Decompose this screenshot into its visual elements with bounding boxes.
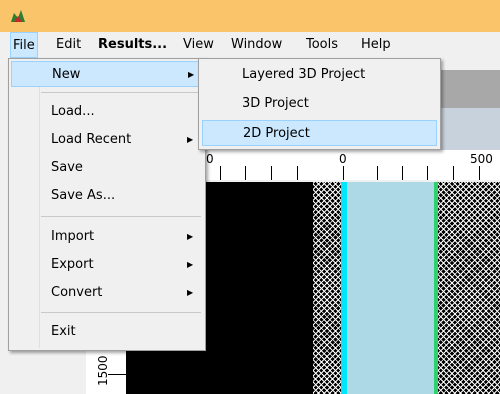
menu-separator <box>41 216 201 217</box>
ruler-tick <box>427 166 428 180</box>
ruler-tick <box>220 166 221 180</box>
triangle-right-icon: ▶ <box>187 260 194 269</box>
menu-file[interactable]: File <box>10 32 38 58</box>
light-blue-band <box>347 182 434 394</box>
ruler-tick <box>271 166 272 180</box>
submenu-item-layered-3d-project[interactable]: Layered 3D Project <box>202 62 437 88</box>
ruler-tick-label: 0 <box>339 152 347 166</box>
menu-item-exit[interactable]: Exit <box>11 319 203 345</box>
menu-window[interactable]: Window <box>230 32 283 58</box>
hatched-region <box>438 182 500 394</box>
menu-item-save[interactable]: Save <box>11 155 203 181</box>
triangle-right-icon: ▶ <box>187 135 194 144</box>
ruler-tick <box>377 166 378 180</box>
menu-bar: File Edit Results... View Window Tools H… <box>0 32 500 58</box>
menu-item-save-as[interactable]: Save As... <box>11 183 203 209</box>
new-submenu: Layered 3D Project 3D Project 2D Project <box>198 58 441 150</box>
hatched-region <box>313 182 341 394</box>
menu-help[interactable]: Help <box>360 32 392 58</box>
ruler-tick <box>297 166 298 180</box>
ruler-tick-label: 1500 <box>96 355 110 386</box>
triangle-right-icon: ▶ <box>188 70 195 79</box>
menu-item-export[interactable]: Export ▶ <box>11 252 203 278</box>
menu-separator <box>41 92 201 93</box>
menu-edit[interactable]: Edit <box>55 32 82 58</box>
ruler-tick <box>479 166 480 180</box>
menu-item-load-recent[interactable]: Load Recent ▶ <box>11 127 203 153</box>
ruler-tick <box>245 166 246 180</box>
ruler-tick-label: 0 <box>206 152 214 166</box>
ruler-tick <box>402 166 403 180</box>
menu-tools[interactable]: Tools <box>305 32 339 58</box>
ruler-tick <box>108 374 126 375</box>
menu-item-convert[interactable]: Convert ▶ <box>11 280 203 306</box>
menu-item-load[interactable]: Load... <box>11 99 203 125</box>
app-logo-icon <box>11 10 25 22</box>
top-ruler: 0 0 500 <box>205 150 500 180</box>
triangle-right-icon: ▶ <box>187 232 194 241</box>
menu-item-import[interactable]: Import ▶ <box>11 224 203 250</box>
menu-item-new[interactable]: New ▶ <box>11 61 203 87</box>
file-menu: New ▶ Load... Load Recent ▶ Save Save As… <box>8 58 206 351</box>
submenu-item-2d-project[interactable]: 2D Project <box>202 120 437 146</box>
ruler-tick-label: 500 <box>470 152 493 166</box>
menu-separator <box>41 312 201 313</box>
menu-view[interactable]: View <box>182 32 215 58</box>
submenu-item-3d-project[interactable]: 3D Project <box>202 91 437 117</box>
ruler-tick <box>343 166 344 180</box>
title-bar <box>0 0 500 32</box>
menu-results[interactable]: Results... <box>97 32 168 58</box>
ruler-tick <box>453 166 454 180</box>
triangle-right-icon: ▶ <box>187 288 194 297</box>
